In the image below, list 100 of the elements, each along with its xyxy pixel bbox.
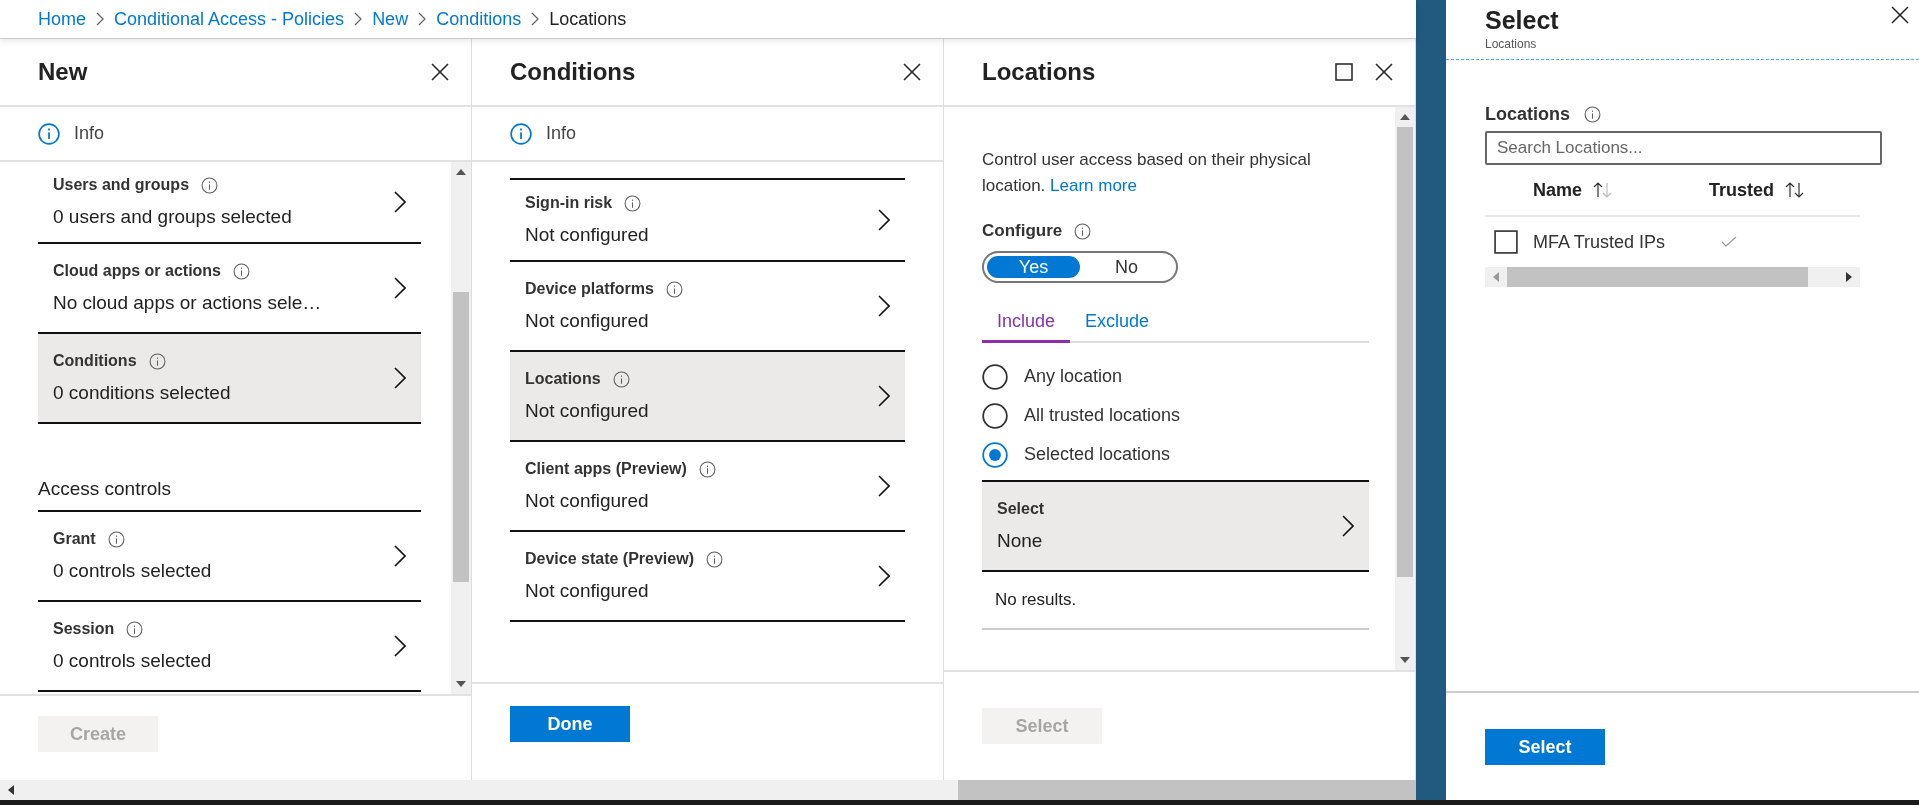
blade-subtitle: Locations <box>1485 37 1538 51</box>
item-title: Users and groups <box>53 176 190 194</box>
toggle-option[interactable]: Yes <box>987 256 1080 278</box>
info-icon <box>233 262 250 280</box>
item-title: Session <box>53 620 115 638</box>
scroll-down-arrow-icon[interactable] <box>456 681 466 687</box>
chevron-right-icon <box>1342 515 1354 537</box>
sort-icon[interactable] <box>1784 182 1806 198</box>
configure-label: Configure <box>982 221 1063 241</box>
table-cell-text: MFA Trusted IPs <box>1533 231 1667 253</box>
item-title: Cloud apps or actions <box>53 262 221 280</box>
blade-list-item[interactable]: Session 0 controls selected <box>38 602 421 692</box>
chevron-right-icon <box>96 12 104 26</box>
item-value: None <box>997 530 1044 552</box>
scrollbar[interactable] <box>451 162 471 694</box>
blade-list-item[interactable]: Conditions 0 conditions selected <box>38 334 421 424</box>
blade-list-item[interactable]: Sign-in risk Not configured <box>510 178 905 262</box>
column-header[interactable]: Trusted <box>1709 179 1774 201</box>
chevron-right-icon <box>531 12 540 26</box>
blade-list-item[interactable]: Device state (Preview) Not configured <box>510 532 905 622</box>
blade-list-item[interactable]: Client apps (Preview) Not configured <box>510 442 905 532</box>
info-icon <box>1584 106 1601 123</box>
info-icon <box>665 280 683 298</box>
item-value: Not configured <box>525 310 650 332</box>
column-header[interactable]: Name <box>1533 179 1583 201</box>
item-title: Select <box>997 500 1045 518</box>
chevron-right-icon <box>878 475 890 497</box>
info-icon <box>107 530 125 548</box>
item-value: No cloud apps or actions sele… <box>53 292 323 314</box>
blade-list-item[interactable]: Grant 0 controls selected <box>38 512 421 602</box>
footer-button[interactable]: Done <box>510 706 630 742</box>
item-title: Client apps (Preview) <box>525 460 687 478</box>
blade-title: Locations <box>982 58 1097 86</box>
breadcrumb-link[interactable]: Home <box>38 8 86 30</box>
toggle-option[interactable]: No <box>1080 256 1173 278</box>
close-icon[interactable] <box>903 63 921 81</box>
radio-button[interactable] <box>982 363 1008 390</box>
checkbox[interactable] <box>1494 230 1518 254</box>
item-value: 0 controls selected <box>53 650 213 672</box>
breadcrumb-link[interactable]: Conditions <box>436 8 522 30</box>
tab[interactable]: Include <box>982 305 1071 343</box>
blade-list-item[interactable]: Users and groups 0 users and groups selected <box>38 162 421 244</box>
chevron-right-icon <box>354 12 363 26</box>
scroll-up-arrow-icon[interactable] <box>1400 114 1410 120</box>
field-label: Locations <box>1485 104 1570 125</box>
blade-title: Select <box>1485 6 1559 35</box>
item-value: 0 conditions selected <box>53 382 232 404</box>
description-text: Control user access based on their physical location. Learn more <box>982 149 1312 197</box>
chevron-right-icon <box>394 545 406 567</box>
info-icon <box>698 460 716 478</box>
info-label: Info <box>74 123 105 144</box>
breadcrumb-link[interactable]: Locations <box>549 8 627 30</box>
close-icon[interactable] <box>1891 6 1909 24</box>
scrollbar[interactable] <box>1395 107 1415 670</box>
close-icon[interactable] <box>1375 63 1393 81</box>
maximize-icon[interactable] <box>1335 63 1353 81</box>
radio-button[interactable] <box>982 402 1008 429</box>
chevron-right-icon <box>394 367 406 389</box>
radio-button[interactable] <box>982 441 1008 468</box>
blade-list-item[interactable]: Locations Not configured <box>510 352 905 442</box>
breadcrumb-link[interactable]: New <box>372 8 409 30</box>
search-field[interactable]: Search Locations... <box>1485 131 1882 165</box>
item-title: Sign-in risk <box>525 194 613 212</box>
item-value: Not configured <box>525 224 650 246</box>
radio-label: Any location <box>1024 366 1123 387</box>
footer-button[interactable]: Select <box>1485 729 1605 765</box>
blade-title: Conditions <box>510 58 637 86</box>
no-results-text: No results. <box>982 572 1369 630</box>
scroll-up-arrow-icon[interactable] <box>456 169 466 175</box>
item-value: Not configured <box>525 580 650 602</box>
info-icon <box>510 122 532 145</box>
learn-more-link[interactable]: Learn more <box>1050 176 1137 195</box>
scroll-right-arrow-icon[interactable] <box>1846 272 1852 282</box>
section-title: Access controls <box>38 424 421 512</box>
item-title: Grant <box>53 530 96 548</box>
chevron-right-icon <box>878 209 890 231</box>
tab[interactable]: Exclude <box>1070 305 1165 343</box>
yes-no-toggle[interactable]: Yes No <box>982 251 1178 283</box>
chevron-right-icon <box>394 635 406 657</box>
item-title: Conditions <box>53 352 137 370</box>
item-value: Not configured <box>525 400 650 422</box>
blade-title: New <box>38 58 89 86</box>
info-icon <box>624 194 642 212</box>
select-row[interactable]: Select None <box>982 480 1369 572</box>
close-icon[interactable] <box>431 63 449 81</box>
item-value: Not configured <box>525 490 650 512</box>
chevron-right-icon <box>394 191 406 213</box>
scrollbar[interactable] <box>1485 267 1860 287</box>
info-icon <box>126 620 144 638</box>
info-icon <box>148 352 166 370</box>
scroll-down-arrow-icon[interactable] <box>1400 657 1410 663</box>
info-icon <box>1074 222 1092 240</box>
item-title: Device platforms <box>525 280 654 298</box>
item-value: 0 users and groups selected <box>53 206 293 228</box>
info-icon <box>706 550 723 568</box>
chevron-right-icon <box>878 565 890 587</box>
breadcrumb-link[interactable]: Conditional Access - Policies <box>114 8 345 30</box>
info-label: Info <box>546 123 577 144</box>
scroll-left-arrow-icon[interactable] <box>8 785 14 795</box>
radio-label: All trusted locations <box>1024 405 1181 426</box>
